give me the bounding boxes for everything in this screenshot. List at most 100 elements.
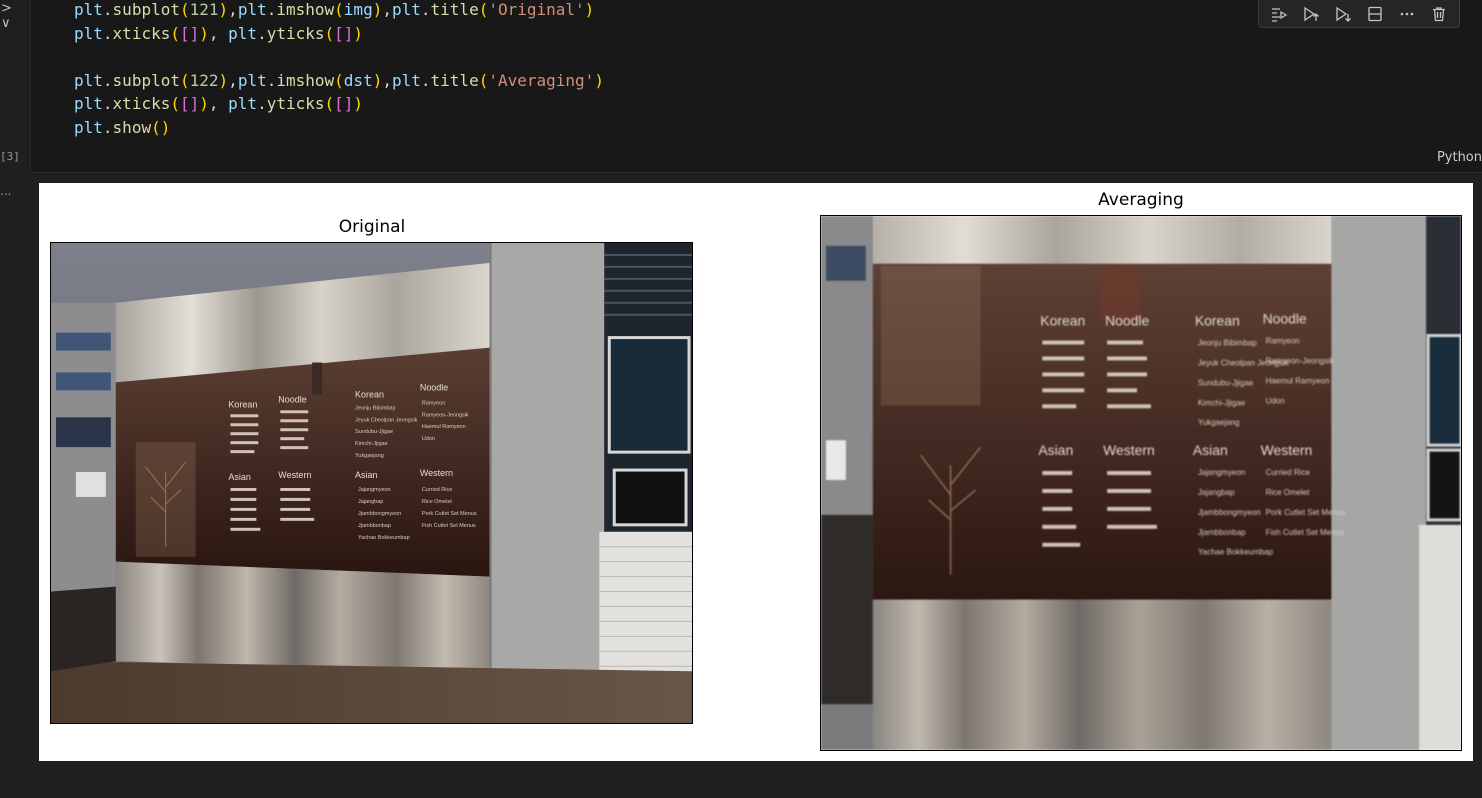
- menu-item: Jajangmyeon: [1198, 468, 1245, 477]
- code-token: ): [594, 70, 604, 90]
- menu-item: Fish Cutlet Set Menus: [1266, 528, 1344, 537]
- menu-item: Kimchi-Jjigae: [1198, 398, 1246, 407]
- execute-above-icon: [1304, 6, 1319, 21]
- code-token: ,: [228, 0, 238, 19]
- code-token: plt: [228, 94, 258, 114]
- code-token: .: [102, 0, 113, 19]
- code-token: ): [584, 0, 595, 19]
- code-token: .: [420, 0, 431, 19]
- menu-header: Noodle: [278, 394, 306, 404]
- code-token: (: [170, 94, 180, 114]
- menu-item: Curried Rice: [422, 487, 452, 493]
- menu-header: Korean: [355, 389, 384, 399]
- code-token: ): [218, 0, 229, 19]
- execution-count: [3]: [0, 150, 20, 163]
- menu-item: Udon: [422, 436, 435, 442]
- code-token: (: [170, 23, 180, 43]
- code-token: title: [430, 70, 479, 90]
- menu-item: Haemul Ramyeon: [422, 424, 466, 430]
- code-token: show: [112, 117, 152, 137]
- code-token: .: [102, 70, 113, 90]
- code-token: plt: [237, 0, 267, 19]
- menu-item: Jeonju Bibimbap: [355, 405, 395, 411]
- code-token: ,: [208, 94, 229, 114]
- menu-header: Noodle: [420, 382, 448, 392]
- code-token: (: [179, 0, 190, 19]
- menu-header: Western: [420, 468, 453, 478]
- code-line[interactable]: plt.xticks([]), plt.yticks([]): [74, 22, 604, 46]
- code-token: (: [478, 0, 489, 19]
- cell-gutter: > ∨ [3]: [0, 0, 30, 172]
- menu-item: Jeyuk Cheolpan Jeongsik: [355, 417, 418, 423]
- delete-cell-icon: [1433, 6, 1445, 21]
- code-token: .: [420, 70, 431, 90]
- code-token: ): [199, 94, 209, 114]
- menu-item: Jjambbonbap: [358, 523, 391, 529]
- menu-item: Pork Cutlet Set Menus: [422, 511, 477, 517]
- run-by-line-button[interactable]: [1268, 3, 1290, 25]
- menu-item: Sundubu-Jjigae: [355, 429, 393, 435]
- code-token: ,: [382, 70, 392, 90]
- menu-item: Rice Omelet: [1266, 488, 1311, 497]
- code-token: .: [257, 94, 267, 114]
- menu-item: Yachae Bokkeumbap: [358, 535, 410, 541]
- menu-item: Ramyeon-Jeongsik: [422, 412, 469, 418]
- menu-item: Udon: [1266, 396, 1285, 405]
- split-cell-icon: [1368, 6, 1382, 21]
- code-line[interactable]: plt.show(): [74, 116, 604, 140]
- code-token: ,: [382, 0, 392, 19]
- code-token: yticks: [266, 23, 325, 43]
- menu-item: Ramyeon: [1266, 337, 1300, 346]
- more-actions-icon: [1400, 12, 1414, 15]
- collapse-chevron-icon[interactable]: > ∨: [1, 1, 30, 31]
- code-line[interactable]: [74, 45, 604, 69]
- code-token: (: [179, 70, 190, 90]
- menu-item: Fish Cutlet Set Menus: [422, 523, 476, 529]
- menu-item: Jjambbongmyeon: [358, 511, 401, 517]
- delete-cell-button[interactable]: [1428, 3, 1450, 25]
- code-editor[interactable]: plt.subplot(121),plt.imshow(img),plt.tit…: [74, 0, 604, 140]
- code-token: ,: [208, 23, 229, 43]
- code-token: (): [151, 117, 171, 137]
- code-token: plt: [228, 23, 258, 43]
- code-line[interactable]: plt.xticks([]), plt.yticks([]): [74, 92, 604, 116]
- code-token: plt: [74, 94, 103, 114]
- code-line[interactable]: plt.subplot(122),plt.imshow(dst),plt.tit…: [74, 69, 604, 93]
- menu-item: Rice Omelet: [422, 499, 453, 505]
- code-token: plt: [391, 0, 421, 19]
- code-token: .: [266, 0, 277, 19]
- menu-header: Korean: [1040, 313, 1085, 329]
- cell-output: Original Korean Noodle Korean Noodle Asi…: [39, 183, 1473, 761]
- execute-above-button[interactable]: [1300, 3, 1322, 25]
- code-token: ): [199, 23, 209, 43]
- code-token: dst: [343, 70, 373, 90]
- code-token: []: [179, 94, 200, 114]
- menu-header: Asian: [355, 470, 377, 480]
- code-token: subplot: [112, 70, 180, 90]
- menu-item: Jajangmyeon: [358, 487, 391, 493]
- menu-item: Jajangbap: [358, 499, 383, 505]
- execute-below-button[interactable]: [1332, 3, 1354, 25]
- language-label[interactable]: Python: [1437, 150, 1482, 165]
- menu-header: Noodle: [1263, 311, 1307, 327]
- split-cell-button[interactable]: [1364, 3, 1386, 25]
- code-line[interactable]: plt.subplot(121),plt.imshow(img),plt.tit…: [74, 0, 604, 22]
- code-token: ,: [228, 70, 238, 90]
- code-token: yticks: [266, 94, 325, 114]
- code-token: ): [353, 94, 364, 114]
- cell-toolbar: [1258, 0, 1460, 28]
- more-actions-button[interactable]: [1396, 3, 1418, 25]
- run-by-line-icon: [1272, 7, 1288, 22]
- code-token: 'Original': [488, 0, 585, 19]
- output-actions-icon[interactable]: ...: [0, 184, 11, 198]
- code-token: .: [102, 23, 113, 43]
- code-token: (: [334, 0, 344, 19]
- menu-item: Curried Rice: [1266, 468, 1311, 477]
- menu-item: Sundubu-Jjigae: [1198, 378, 1254, 387]
- code-token: plt: [74, 70, 103, 90]
- menu-item: Ramyeon-Jeongsik: [1266, 356, 1334, 365]
- code-token: ): [372, 0, 383, 19]
- code-token: plt: [391, 70, 421, 90]
- menu-header: Korean: [228, 399, 257, 409]
- menu-header: Western: [1103, 442, 1155, 458]
